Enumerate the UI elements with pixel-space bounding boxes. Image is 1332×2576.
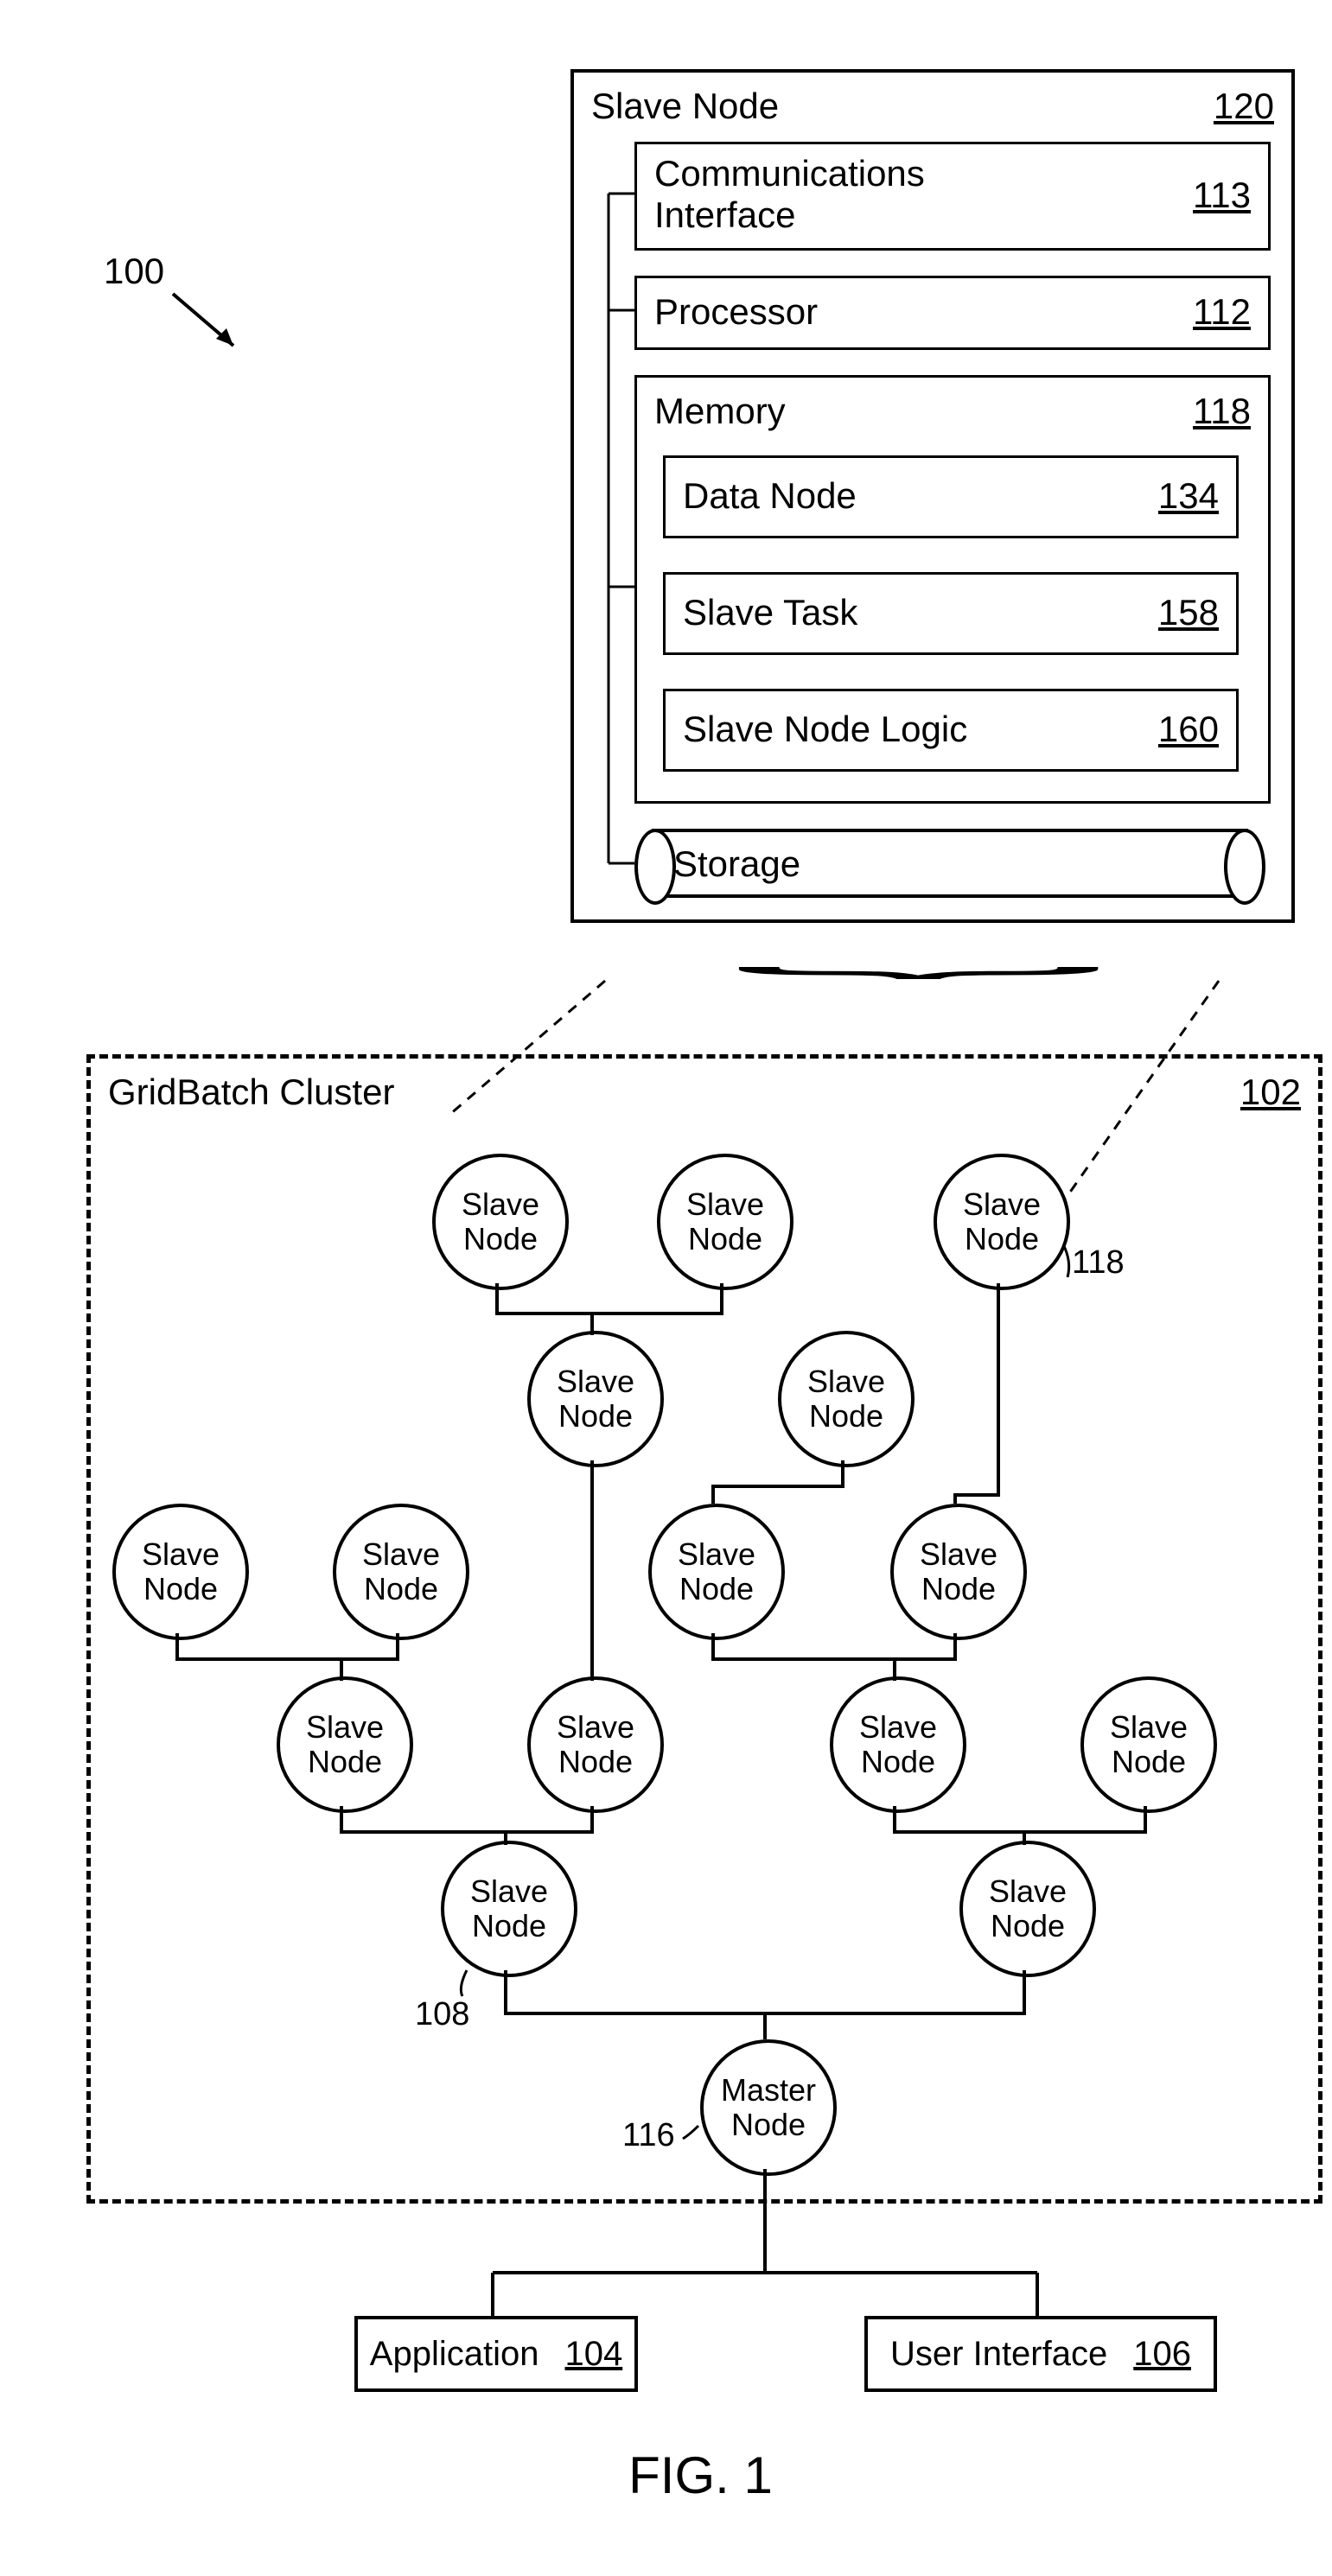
slave-logic-label: Slave Node Logic (683, 709, 967, 750)
slave-logic-box: Slave Node Logic 160 (663, 689, 1239, 772)
slave-node-circle: Slave Node (934, 1154, 1070, 1290)
slave-node-circle: Slave Node (657, 1154, 793, 1290)
ref-118: 118 (1072, 1244, 1125, 1282)
slave-node-circle: Slave Node (112, 1504, 249, 1640)
slave-node-title: Slave Node (591, 86, 779, 127)
slave-node-circle: Slave Node (1080, 1676, 1217, 1813)
slave-node-circle: Slave Node (830, 1676, 966, 1813)
comm-num: 113 (1193, 175, 1251, 216)
data-node-num: 134 (1158, 475, 1219, 517)
application-num: 104 (564, 2335, 622, 2374)
application-box: Application 104 (354, 2316, 638, 2392)
processor-num: 112 (1193, 291, 1251, 333)
slave-node-circle: Slave Node (333, 1504, 469, 1640)
data-node-box: Data Node 134 (663, 455, 1239, 538)
slave-node-circle: Slave Node (890, 1504, 1027, 1640)
ref-116: 116 (622, 2117, 675, 2154)
slave-logic-num: 160 (1158, 709, 1219, 750)
slave-task-label: Slave Task (683, 592, 857, 633)
memory-num: 118 (1193, 391, 1251, 432)
slave-node-circle: Slave Node (432, 1154, 569, 1290)
slave-task-num: 158 (1158, 592, 1219, 633)
ref-108: 108 (415, 1996, 469, 2033)
slave-node-circle: Slave Node (778, 1331, 915, 1467)
slave-node-circle: Slave Node (527, 1676, 664, 1813)
user-interface-box: User Interface 106 (864, 2316, 1217, 2392)
master-node-circle: Master Node (700, 2039, 837, 2176)
slave-node-circle: Slave Node (277, 1676, 413, 1813)
application-label: Application (370, 2335, 539, 2374)
ui-num: 106 (1133, 2335, 1191, 2374)
slave-node-circle: Slave Node (959, 1841, 1096, 1977)
slave-node-circle: Slave Node (648, 1504, 785, 1640)
comm-label: Communications Interface (654, 153, 1043, 236)
cluster-title: GridBatch Cluster (108, 1072, 394, 1113)
figure-caption: FIG. 1 (35, 2446, 1332, 2505)
data-node-label: Data Node (683, 475, 857, 517)
memory-label: Memory (654, 391, 786, 432)
processor-box: Processor 112 (634, 276, 1271, 350)
comm-interface-box: Communications Interface 113 (634, 142, 1271, 251)
slave-node-circle: Slave Node (441, 1841, 577, 1977)
cluster-num: 102 (1240, 1072, 1301, 1113)
storage-label: Storage (673, 843, 800, 885)
curly-brace-icon: ⏟ (732, 916, 1106, 976)
processor-label: Processor (654, 291, 818, 333)
slave-node-num: 120 (1214, 86, 1274, 127)
ref-100: 100 (104, 251, 164, 292)
ui-label: User Interface (890, 2335, 1107, 2374)
diagram-canvas: 100 Slave Node 120 Communications Interf… (35, 35, 1332, 2541)
slave-task-box: Slave Task 158 (663, 572, 1239, 655)
slave-node-circle: Slave Node (527, 1331, 664, 1467)
slave-node-detail-box: Slave Node 120 Communications Interface … (570, 69, 1295, 923)
memory-box: Memory 118 Data Node 134 Slave Task 158 … (634, 375, 1271, 804)
